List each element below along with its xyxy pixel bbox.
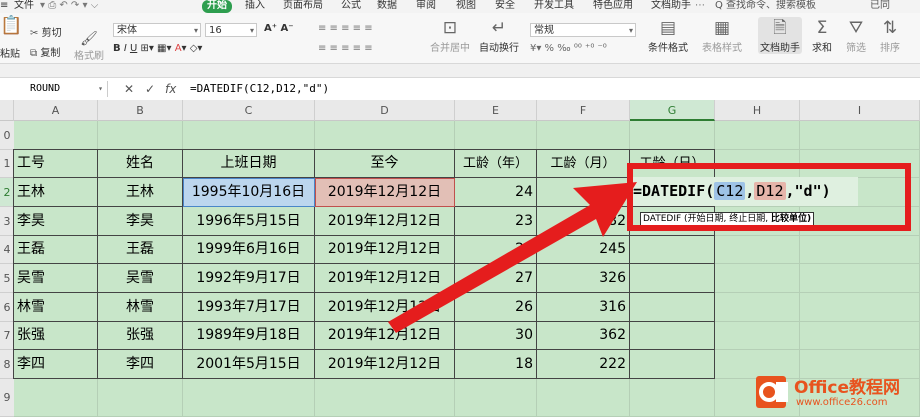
watermark-brand: Office教程网 (794, 378, 901, 398)
watermark-logo: Office教程网 www.office26.com (750, 367, 920, 417)
watermark-url: www.office26.com (796, 397, 888, 408)
red-arrow (388, 182, 637, 333)
office-logo-icon (756, 376, 788, 408)
